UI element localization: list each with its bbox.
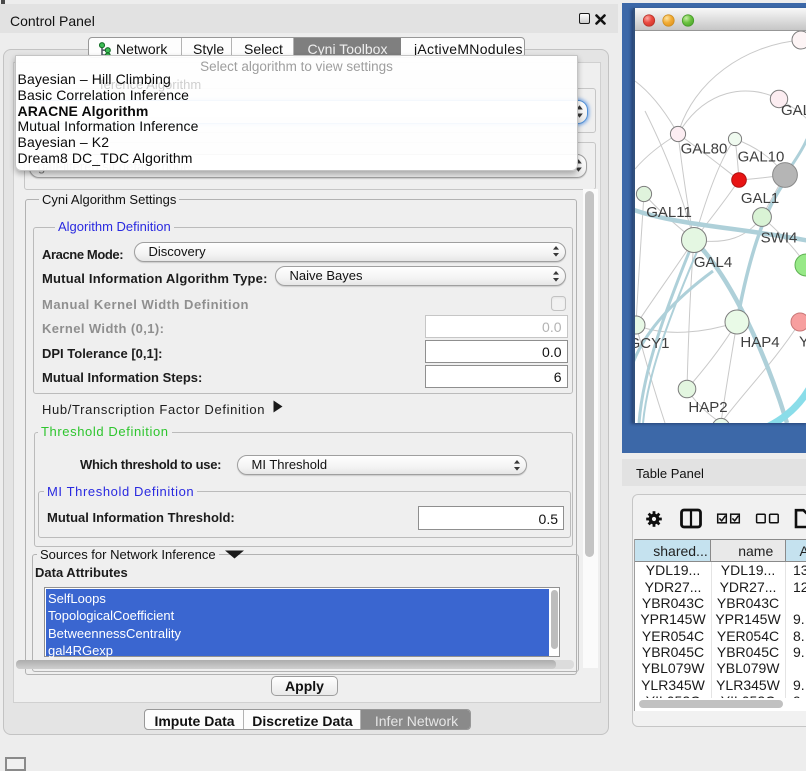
svg-text:SWI4: SWI4 <box>760 230 797 247</box>
svg-text:GAL80: GAL80 <box>680 141 727 158</box>
svg-text:GAL1: GAL1 <box>740 190 778 207</box>
svg-text:GCY1: GCY1 <box>635 335 669 352</box>
svg-text:HAP4: HAP4 <box>740 334 779 351</box>
svg-text:Y: Y <box>799 334 806 351</box>
svg-text:GAL4: GAL4 <box>693 254 731 271</box>
svg-text:HAP2: HAP2 <box>688 399 727 416</box>
svg-text:GAL10: GAL10 <box>737 149 784 166</box>
svg-text:GAL11: GAL11 <box>646 204 692 221</box>
svg-text:GAL2: GAL2 <box>781 102 806 119</box>
